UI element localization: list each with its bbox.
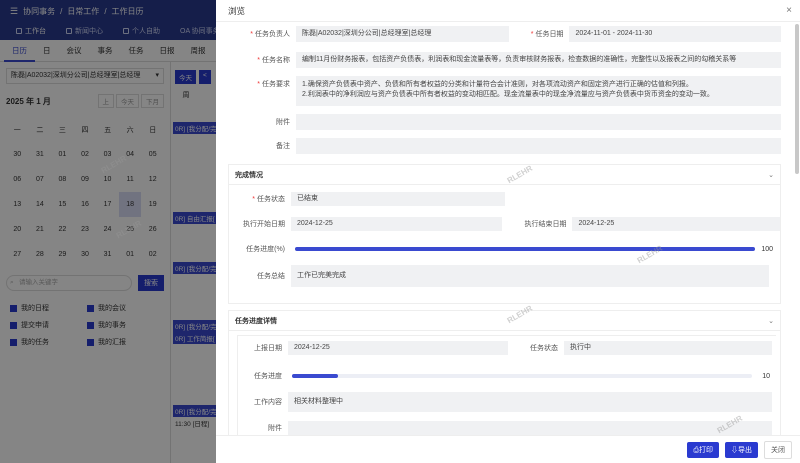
progress-value: 100: [761, 245, 773, 253]
close-icon[interactable]: ×: [786, 5, 792, 16]
detail-progress-bar: 10: [292, 373, 770, 380]
start-date-field: 2024-12-25: [291, 217, 503, 231]
detail-record: 上报日期 2024-12-25 任务状态 执行中 任务进度 10 工作内容 相关…: [237, 335, 776, 435]
close-button[interactable]: 关闭: [764, 440, 792, 459]
dialog-body: * 任务负责人 陈磊|A02032|深圳分公司|总经理室|总经理 * 任务日期 20…: [216, 22, 791, 435]
end-date-label: 执行结束日期: [524, 221, 567, 228]
progress-fill: [292, 374, 338, 378]
detail-attach-field: [288, 421, 772, 435]
progress-bar: 100: [295, 246, 773, 253]
attach-label: 附件: [276, 119, 290, 126]
detail-progress-value: 10: [762, 372, 770, 380]
content-label: 工作内容: [254, 399, 282, 406]
scrollbar[interactable]: [795, 24, 799, 174]
progress-fill: [295, 247, 755, 251]
status-field: 已结束: [291, 192, 505, 206]
progress-detail-header[interactable]: 任务进度详情 ⌄: [229, 311, 780, 331]
view-dialog: 浏览 × * 任务负责人 陈磊|A02032|深圳分公司|总经理室|总经理 * 任务…: [216, 0, 800, 463]
date-field: 2024-11-01 - 2024-11-30: [569, 26, 781, 42]
chevron-down-icon: ⌄: [768, 171, 774, 179]
end-date-field: 2024-12-25: [572, 217, 780, 231]
remark-label: 备注: [276, 143, 290, 150]
date-label: * 任务日期: [530, 31, 564, 38]
req-line: 2.利润表中的净利润应与资产负债表中所有者权益的变动相匹配。现金流量表中的现金净…: [302, 91, 714, 98]
export-icon: ⇩: [731, 446, 738, 454]
report-date-field: 2024-12-25: [288, 341, 508, 355]
summary-field: 工作已完美完成: [291, 265, 769, 287]
detail-progress-label: 任务进度: [254, 373, 282, 380]
owner-field: 陈磊|A02032|深圳分公司|总经理室|总经理: [296, 26, 510, 42]
dialog-title: 浏览: [228, 5, 246, 16]
status-label: * 任务状态: [252, 196, 285, 203]
chevron-down-icon: ⌄: [768, 317, 774, 325]
detail-status-field: 执行中: [564, 341, 772, 355]
progress-label: 任务进度(%): [246, 246, 285, 253]
detail-status-label: 任务状态: [530, 345, 558, 352]
summary-label: 任务总结: [257, 273, 285, 280]
print-button[interactable]: ⎙打印: [687, 441, 719, 458]
task-name-label: * 任务名称: [257, 57, 290, 64]
start-date-label: 执行开始日期: [243, 221, 285, 228]
attach-field: [296, 114, 781, 130]
completion-section: 完成情况 ⌄ * 任务状态 已结束 执行开始日期 2024-12-25 执行结束日期…: [228, 164, 781, 304]
export-button[interactable]: ⇩导出: [725, 441, 758, 458]
owner-label: * 任务负责人: [250, 31, 290, 38]
task-req-label: * 任务要求: [257, 81, 290, 88]
detail-attach-label: 附件: [268, 425, 282, 432]
progress-detail-section: 任务进度详情 ⌄ 上报日期 2024-12-25 任务状态 执行中 任务进度 10: [228, 310, 781, 435]
completion-header[interactable]: 完成情况 ⌄: [229, 165, 780, 185]
req-line: 1.确保资产负债表中资产、负债和所有者权益的分类和计量符合会计准则，对各项流动资…: [302, 81, 693, 88]
content-field: 相关材料整理中: [288, 392, 772, 412]
dialog-footer: ⎙打印 ⇩导出 关闭: [216, 435, 800, 463]
report-date-label: 上报日期: [254, 345, 282, 352]
dialog-header: 浏览 ×: [216, 0, 800, 22]
modal-overlay[interactable]: [0, 0, 216, 463]
task-name-field: 编制11月份财务报表，包括资产负债表，利润表和现金流量表等，负责审核财务报表，检…: [296, 52, 781, 68]
task-req-field: 1.确保资产负债表中资产、负债和所有者权益的分类和计量符合会计准则，对各项流动资…: [296, 76, 781, 106]
remark-field: [296, 138, 781, 154]
